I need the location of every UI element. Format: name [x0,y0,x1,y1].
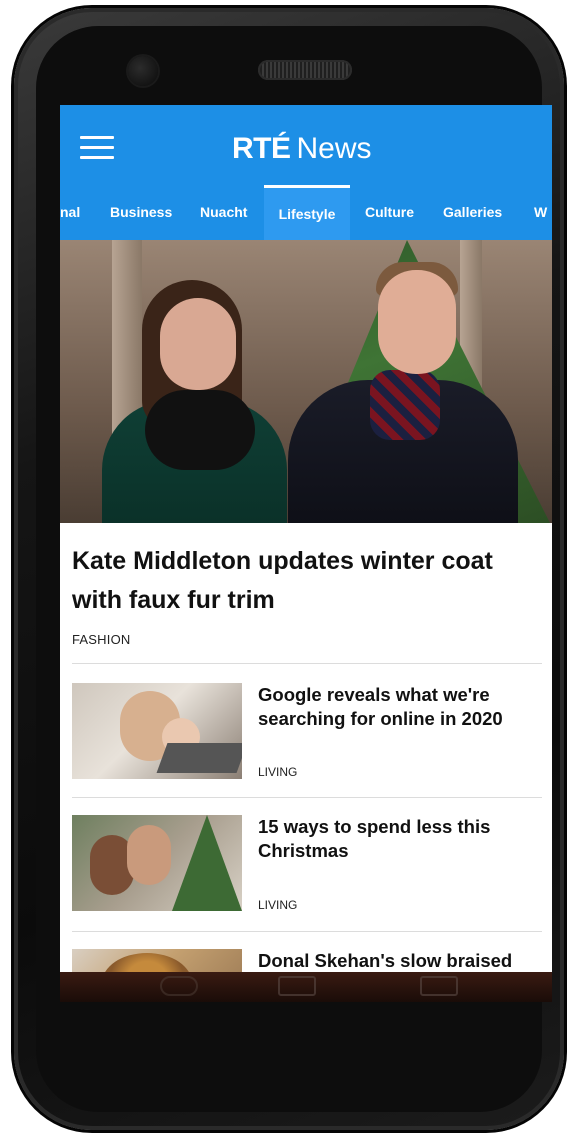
lead-story-category[interactable]: FASHION [72,632,130,647]
story-item[interactable]: Google reveals what we're searching for … [72,683,542,783]
brand-logo-rte: RTÉ [232,132,291,165]
story-item[interactable]: Donal Skehan's slow braised [72,949,542,972]
tab-lifestyle[interactable]: Lifestyle [264,185,350,240]
brand-logo[interactable]: RTÉ News [232,133,372,165]
divider [72,663,542,664]
story-item[interactable]: 15 ways to spend less this Christmas LIV… [72,815,542,915]
story-title: Donal Skehan's slow braised [258,950,513,971]
tab-culture[interactable]: Culture [365,185,414,240]
android-nav-bar [60,972,552,1002]
story-category: LIVING [258,765,298,779]
tab-business[interactable]: Business [110,185,172,240]
app-screen: RTÉ News nal Business Nuacht Lifestyle Cu… [60,105,552,972]
brand-logo-news: News [296,132,372,165]
section-tab-bar: nal Business Nuacht Lifestyle Culture Ga… [60,185,552,240]
story-category: LIVING [258,898,298,912]
back-key-icon[interactable] [160,976,198,996]
story-thumbnail [72,815,242,911]
divider [72,931,542,932]
story-thumbnail [72,683,242,779]
tab-next[interactable]: W [534,185,547,240]
front-camera [128,56,158,86]
tab-national[interactable]: nal [60,185,80,240]
recents-key-icon[interactable] [420,976,458,996]
tab-galleries[interactable]: Galleries [443,185,502,240]
hamburger-menu-icon[interactable] [80,136,114,160]
lead-story-headline[interactable]: Kate Middleton updates winter coat with … [72,542,542,620]
divider [72,797,542,798]
story-title: Google reveals what we're searching for … [258,684,503,729]
story-title: 15 ways to spend less this Christmas [258,816,491,861]
story-thumbnail [72,949,242,972]
tab-nuacht[interactable]: Nuacht [200,185,247,240]
earpiece-speaker [258,60,352,80]
app-bar: RTÉ News [60,105,552,185]
lead-story-image[interactable] [60,240,552,523]
home-key-icon[interactable] [278,976,316,996]
